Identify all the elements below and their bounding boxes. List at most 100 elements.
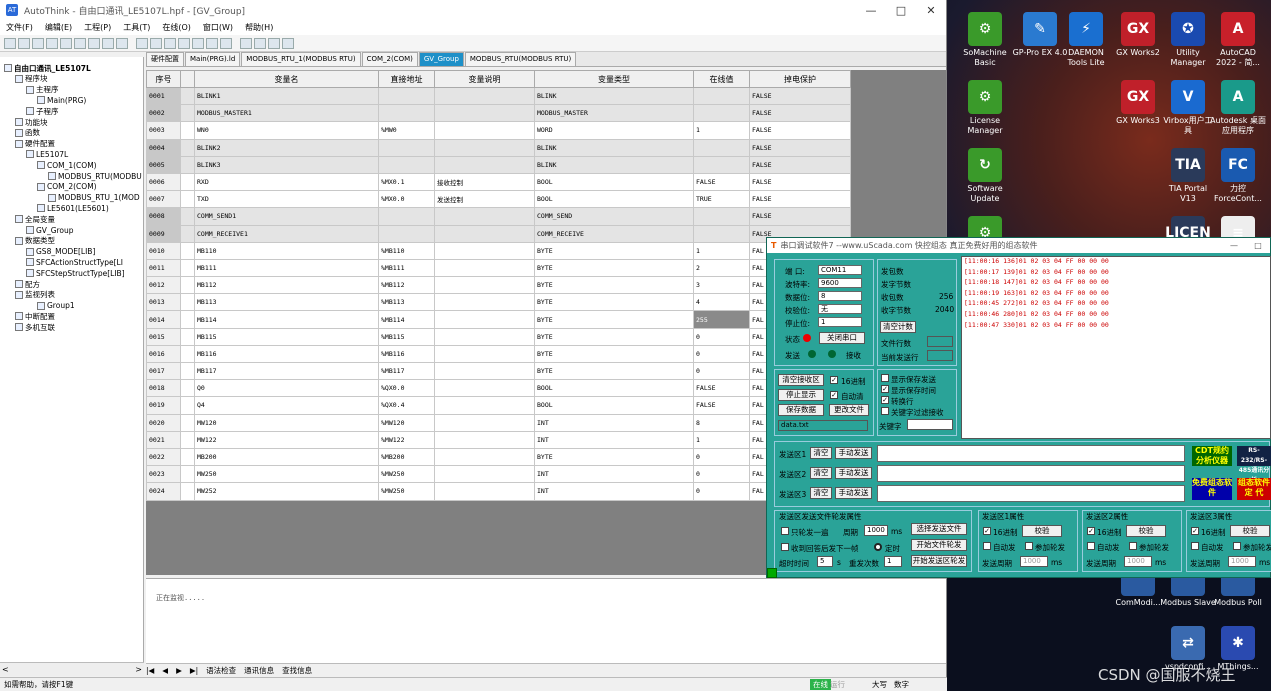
table-row[interactable]: 0003 WN0 %MW0 WORD 1 FALSE — [146, 121, 851, 140]
grid-cell[interactable]: MW252 — [194, 482, 379, 501]
grid-cell[interactable] — [378, 155, 435, 174]
grid-cell[interactable] — [434, 207, 535, 226]
grid-cell[interactable] — [693, 86, 750, 106]
grid-cell[interactable] — [180, 430, 195, 449]
grid-cell[interactable] — [378, 86, 435, 106]
grid-column-header[interactable] — [180, 70, 195, 88]
grid-cell[interactable]: 0016 — [146, 344, 181, 364]
grid-cell[interactable]: %MW120 — [378, 413, 435, 432]
grid-cell[interactable]: 0 — [693, 327, 750, 346]
grid-cell[interactable]: FALSE — [749, 155, 851, 174]
grid-cell[interactable]: INT — [534, 465, 694, 484]
grid-cell[interactable] — [180, 207, 195, 226]
file-name-field[interactable]: data.txt — [778, 420, 868, 431]
table-row[interactable]: 0005 BLINK3 BLINK FALSE — [146, 155, 851, 174]
grid-cell[interactable]: BLINK1 — [194, 86, 379, 106]
show-save-time-checkbox[interactable]: ✓ — [881, 385, 889, 393]
grid-cell[interactable]: FALSE — [749, 104, 851, 123]
checksum-button[interactable]: 校验 — [1230, 525, 1270, 537]
tree-item[interactable]: 程序块 — [15, 74, 48, 84]
resend-input[interactable]: 1 — [884, 556, 902, 567]
grid-cell[interactable] — [693, 207, 750, 226]
table-row[interactable]: 0022 MB200 %MB200 BYTE 0 FAL — [146, 447, 851, 467]
grid-cell[interactable]: 2 — [693, 258, 750, 278]
grid-cell[interactable]: FALSE — [749, 207, 851, 226]
save-data-button[interactable]: 保存数据 — [778, 404, 824, 416]
grid-cell[interactable]: MODBUS_MASTER1 — [194, 104, 379, 123]
grid-cell[interactable]: MB114 — [194, 310, 379, 329]
grid-cell[interactable]: 255 — [693, 310, 750, 329]
grid-cell[interactable] — [180, 258, 195, 278]
stopbits-select[interactable]: 1 — [818, 317, 862, 327]
tree-item[interactable]: Group1 — [37, 301, 75, 311]
tree-item[interactable]: 监视列表 — [15, 290, 55, 300]
serial-minimize-button[interactable]: — — [1222, 241, 1246, 250]
grid-cell[interactable]: FALSE — [693, 172, 750, 192]
manual-send-button[interactable]: 手动发送 — [835, 487, 872, 499]
checksum-button[interactable]: 校验 — [1022, 525, 1062, 537]
grid-cell[interactable]: BLINK3 — [194, 155, 379, 174]
grid-cell[interactable]: BYTE — [534, 293, 694, 312]
keyword-input[interactable] — [907, 419, 953, 430]
cut-icon[interactable] — [60, 37, 72, 49]
grid-cell[interactable]: 0023 — [146, 465, 181, 484]
grid-cell[interactable]: 0022 — [146, 447, 181, 467]
grid-cell[interactable] — [180, 379, 195, 398]
tree-item[interactable]: 硬件配置 — [15, 139, 55, 149]
grid-cell[interactable]: %MB200 — [378, 447, 435, 467]
tree-item[interactable]: GV_Group — [26, 225, 74, 235]
online-icon[interactable] — [192, 37, 204, 49]
tree-item[interactable]: GS8_MODE[LIB] — [26, 247, 95, 257]
grid-cell[interactable]: %MW250 — [378, 482, 435, 501]
grid-cell[interactable]: BOOL — [534, 190, 694, 209]
grid-cell[interactable]: 0005 — [146, 155, 181, 174]
editor-tab[interactable]: Main(PRG).ld — [185, 52, 241, 66]
clear-count-button[interactable]: 清空计数 — [880, 321, 916, 333]
line-wrap-checkbox[interactable]: ✓ — [881, 396, 889, 404]
table-row[interactable]: 0017 MB117 %MB117 BYTE 0 FAL — [146, 361, 851, 381]
send-cycle-input[interactable]: 1000 — [1124, 556, 1152, 567]
show-save-send-checkbox[interactable] — [881, 374, 889, 382]
grid-cell[interactable] — [434, 413, 535, 432]
grid-cell[interactable] — [180, 276, 195, 295]
tree-item[interactable]: MODBUS_RTU(MODBU — [48, 171, 142, 181]
grid-cell[interactable]: 0 — [693, 361, 750, 381]
new-icon[interactable] — [4, 37, 16, 49]
table-row[interactable]: 0013 MB113 %MB113 BYTE 4 FAL — [146, 293, 851, 312]
desktop-icon[interactable]: V Virbox用户工具 — [1160, 74, 1216, 140]
grid-cell[interactable] — [180, 104, 195, 123]
tree-item[interactable]: 子程序 — [26, 106, 59, 116]
grid-cell[interactable]: 0019 — [146, 396, 181, 415]
save-icon[interactable] — [32, 37, 44, 49]
change-file-button[interactable]: 更改文件 — [829, 404, 869, 416]
undo-icon[interactable] — [102, 37, 114, 49]
manual-send-button[interactable]: 手动发送 — [835, 447, 872, 459]
menu-item[interactable]: 在线(O) — [162, 22, 191, 33]
kw-filter-checkbox[interactable] — [881, 407, 889, 415]
grid-cell[interactable]: 0 — [693, 344, 750, 364]
grid-cell[interactable]: 0010 — [146, 241, 181, 260]
table-row[interactable]: 0007 TXD %MX0.0 发送控制 BOOL TRUE FALSE — [146, 190, 851, 209]
grid-cell[interactable]: 0 — [693, 447, 750, 467]
grid-cell[interactable]: BOOL — [534, 379, 694, 398]
scroll-right-button[interactable]: > — [135, 665, 142, 674]
send-input[interactable] — [877, 485, 1185, 502]
grid-cell[interactable] — [180, 447, 195, 467]
tree-item[interactable]: SFCStepStructType[LIB] — [26, 268, 125, 278]
grid-cell[interactable]: 0002 — [146, 104, 181, 123]
grid-cell[interactable]: %MB110 — [378, 241, 435, 260]
clear-send-button[interactable]: 清空 — [810, 487, 832, 499]
minimize-button[interactable]: — — [856, 4, 886, 17]
editor-tab[interactable]: MODBUS_RTU_1(MODBUS RTU) — [241, 52, 361, 66]
editor-tab[interactable]: GV_Group — [418, 52, 464, 66]
grid-cell[interactable]: TXD — [194, 190, 379, 209]
run-icon[interactable] — [164, 37, 176, 49]
settings-icon[interactable] — [268, 37, 280, 49]
tree-item[interactable]: 函数 — [15, 128, 40, 138]
grid-cell[interactable]: %MW122 — [378, 430, 435, 449]
grid-cell[interactable] — [180, 86, 195, 106]
grid-cell[interactable]: 发送控制 — [434, 190, 535, 209]
grid-cell[interactable] — [434, 138, 535, 157]
editor-tab[interactable]: COM_2(COM) — [361, 52, 418, 66]
desktop-icon[interactable]: A Autodesk 桌面应用程序 — [1210, 74, 1266, 140]
